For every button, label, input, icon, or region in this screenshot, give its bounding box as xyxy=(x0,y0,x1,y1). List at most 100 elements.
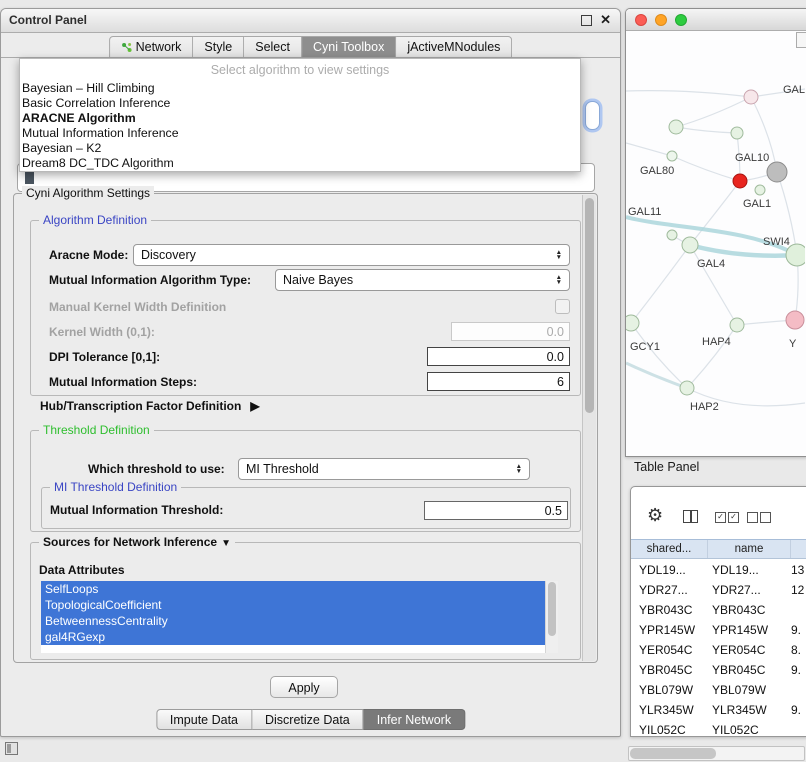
network-node[interactable] xyxy=(767,162,787,182)
apply-button[interactable]: Apply xyxy=(270,676,338,698)
table-row[interactable]: YER054CYER054C8. xyxy=(631,640,806,660)
network-edge[interactable] xyxy=(626,91,751,97)
table-cell: 9. xyxy=(791,660,806,680)
network-edge[interactable] xyxy=(672,156,740,181)
table-cell: YBR043C xyxy=(708,600,791,620)
select-all-icon[interactable]: ✓✓ xyxy=(715,512,739,523)
mi-type-select[interactable]: Naive Bayes ▲▼ xyxy=(275,269,570,291)
settings-scrollbar[interactable] xyxy=(582,195,596,661)
column-header-shared[interactable]: shared... xyxy=(631,540,708,558)
which-threshold-select[interactable]: MI Threshold ▲▼ xyxy=(238,458,530,480)
attributes-scrollbar[interactable] xyxy=(545,581,558,653)
mi-steps-input[interactable]: 6 xyxy=(427,372,570,391)
window-title: Control Panel xyxy=(9,13,87,27)
network-node[interactable] xyxy=(731,127,743,139)
dropdown-option-selected[interactable]: ARACNE Algorithm xyxy=(20,111,580,126)
aracne-mode-select[interactable]: Discovery ▲▼ xyxy=(133,244,570,266)
network-titlebar[interactable] xyxy=(626,9,806,31)
float-window-icon[interactable] xyxy=(581,15,592,26)
network-node[interactable] xyxy=(626,315,639,331)
close-traffic-light[interactable] xyxy=(635,14,647,26)
kernel-width-input[interactable]: 0.0 xyxy=(451,322,570,341)
zoom-traffic-light[interactable] xyxy=(675,14,687,26)
dropdown-option[interactable]: Bayesian – K2 xyxy=(20,141,580,156)
tab-label: Network xyxy=(136,40,182,54)
sources-title[interactable]: Sources for Network Inference▼ xyxy=(39,535,235,549)
tab-network[interactable]: Network xyxy=(109,36,194,58)
attribute-list-item[interactable]: SelfLoops xyxy=(41,581,546,597)
algorithm-aux-button[interactable] xyxy=(585,101,600,130)
tab-infer-network[interactable]: Infer Network xyxy=(364,709,465,730)
tab-discretize-data[interactable]: Discretize Data xyxy=(252,709,364,730)
network-canvas-svg[interactable]: GALGAL80GAL10GAL11GAL1SWI4GAL4GCY1HAP4YH… xyxy=(626,31,805,455)
network-node[interactable] xyxy=(667,151,677,161)
column-header-extra[interactable] xyxy=(791,540,806,558)
minimize-traffic-light[interactable] xyxy=(655,14,667,26)
table-row[interactable]: YBL079WYBL079W xyxy=(631,680,806,700)
attribute-list-item[interactable]: BetweennessCentrality xyxy=(41,613,546,629)
threshold-definition-group: Threshold Definition Which threshold to … xyxy=(30,430,581,532)
network-node[interactable] xyxy=(733,174,747,188)
network-edge[interactable] xyxy=(690,245,737,325)
titlebar-icons: ✕ xyxy=(581,14,611,26)
columns-icon[interactable] xyxy=(683,510,698,523)
network-edge[interactable] xyxy=(676,127,737,133)
dropdown-option[interactable]: Mutual Information Inference xyxy=(20,126,580,141)
column-header-name[interactable]: name xyxy=(708,540,791,558)
collapsed-panel-icon[interactable] xyxy=(5,742,18,755)
tab-style[interactable]: Style xyxy=(193,36,244,58)
network-node[interactable] xyxy=(730,318,744,332)
network-node-label: GAL11 xyxy=(628,206,661,218)
table-row[interactable]: YDL19...YDL19...13 xyxy=(631,560,806,580)
attribute-list-item[interactable]: TopologicalCoefficient xyxy=(41,597,546,613)
tab-cyni-toolbox[interactable]: Cyni Toolbox xyxy=(302,36,396,58)
data-attributes-list[interactable]: SelfLoopsTopologicalCoefficientBetweenne… xyxy=(41,581,558,653)
deselect-all-icon[interactable] xyxy=(747,512,771,523)
network-node[interactable] xyxy=(786,311,804,329)
network-node[interactable] xyxy=(667,230,677,240)
scrollbar-thumb[interactable] xyxy=(630,748,716,759)
table-cell: YBL079W xyxy=(708,680,791,700)
tab-label: Cyni Toolbox xyxy=(313,40,384,54)
table-cell: 12 xyxy=(791,580,806,600)
tab-jactivemnodules[interactable]: jActiveMNodules xyxy=(396,36,512,58)
network-node[interactable] xyxy=(682,237,698,253)
manual-kernel-checkbox[interactable] xyxy=(555,299,570,314)
gear-icon[interactable]: ⚙ xyxy=(647,505,663,526)
desktop: Control Panel ✕ Network Style Select Cyn… xyxy=(0,0,806,762)
tab-impute-data[interactable]: Impute Data xyxy=(156,709,252,730)
scrollbar-thumb[interactable] xyxy=(548,582,556,636)
network-node[interactable] xyxy=(680,381,694,395)
hub-section-toggle[interactable]: Hub/Transcription Factor Definition ▶ xyxy=(40,399,260,413)
network-edge[interactable] xyxy=(687,325,737,388)
network-edge[interactable] xyxy=(626,363,687,388)
dropdown-option[interactable]: Dream8 DC_TDC Algorithm xyxy=(20,156,580,171)
network-edge[interactable] xyxy=(676,97,751,127)
dropdown-option[interactable]: Basic Correlation Inference xyxy=(20,96,580,111)
cyni-algorithm-settings-group: Cyni Algorithm Settings Algorithm Defini… xyxy=(13,193,598,663)
scrollbar-thumb[interactable] xyxy=(585,198,594,413)
table-row[interactable]: YBR043CYBR043C xyxy=(631,600,806,620)
network-vertical-scrollbar[interactable] xyxy=(796,32,806,48)
tab-select[interactable]: Select xyxy=(244,36,302,58)
table-row[interactable]: YIL052CYIL052C xyxy=(631,720,806,737)
network-node[interactable] xyxy=(744,90,758,104)
control-panel-titlebar[interactable]: Control Panel ✕ xyxy=(1,9,620,33)
horizontal-scrollbar[interactable] xyxy=(628,746,805,761)
network-node[interactable] xyxy=(755,185,765,195)
table-row[interactable]: YLR345WYLR345W9. xyxy=(631,700,806,720)
mi-threshold-input[interactable]: 0.5 xyxy=(424,501,568,520)
table-row[interactable]: YPR145WYPR145W9. xyxy=(631,620,806,640)
which-threshold-value: MI Threshold xyxy=(246,462,319,476)
table-row[interactable]: YBR045CYBR045C9. xyxy=(631,660,806,680)
attribute-list-item[interactable]: gal4RGexp xyxy=(41,629,546,645)
network-edge[interactable] xyxy=(631,245,690,323)
combo-arrows-icon: ▲▼ xyxy=(556,275,562,286)
dropdown-option[interactable]: Bayesian – Hill Climbing xyxy=(20,81,580,96)
network-edge[interactable] xyxy=(626,143,672,156)
network-canvas[interactable]: GALGAL80GAL10GAL11GAL1SWI4GAL4GCY1HAP4YH… xyxy=(626,31,806,456)
dpi-tolerance-input[interactable]: 0.0 xyxy=(427,347,570,366)
table-row[interactable]: YDR27...YDR27...12 xyxy=(631,580,806,600)
close-icon[interactable]: ✕ xyxy=(600,14,611,26)
network-node[interactable] xyxy=(669,120,683,134)
